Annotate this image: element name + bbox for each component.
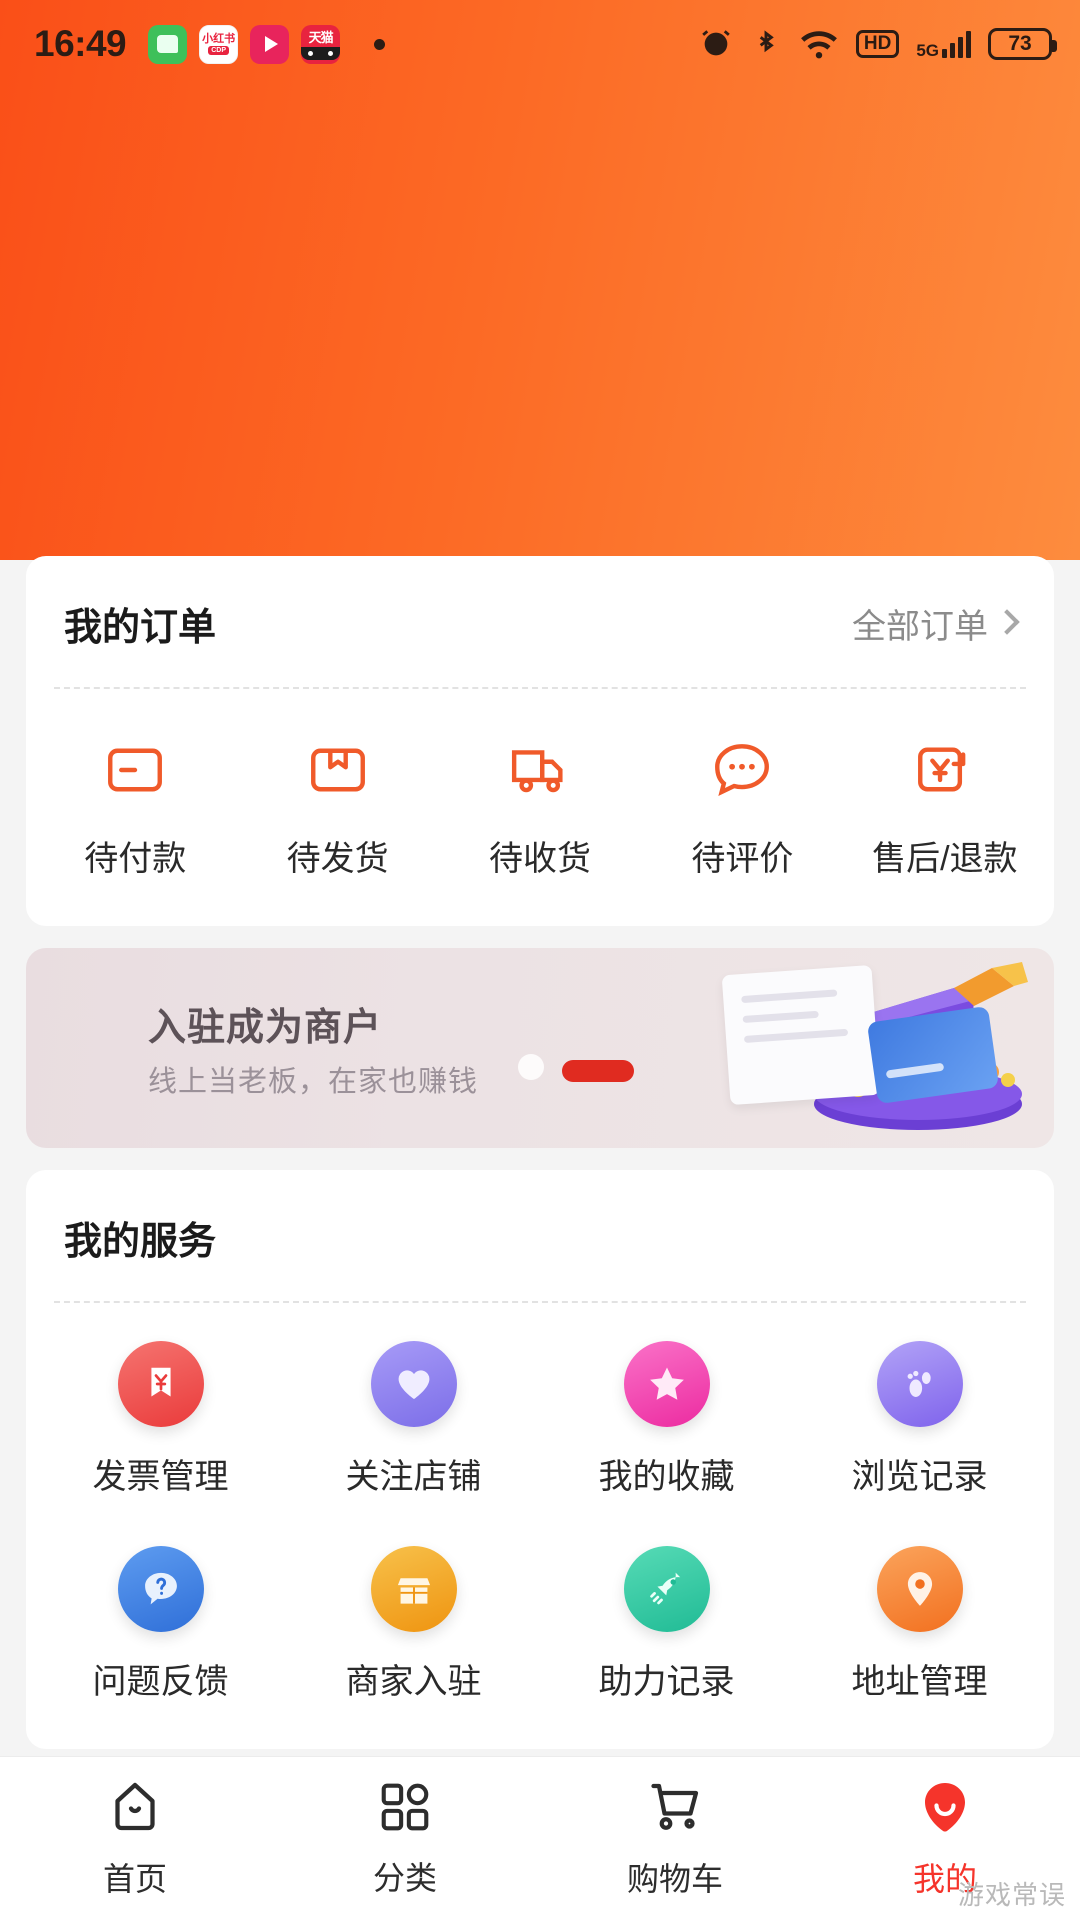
services-title: 我的服务 bbox=[64, 1210, 216, 1265]
service-item-merchant-entry[interactable]: 商家入驻 bbox=[287, 1546, 540, 1703]
shopping-cart-icon bbox=[645, 1777, 705, 1842]
services-row-2: 问题反馈 商家入驻 bbox=[26, 1508, 1054, 1749]
tab-label: 购物车 bbox=[627, 1854, 723, 1900]
tab-category[interactable]: 分类 bbox=[270, 1778, 540, 1899]
order-item-unreviewed[interactable]: 待评价 bbox=[641, 733, 843, 880]
service-item-browse-history[interactable]: 浏览记录 bbox=[793, 1341, 1046, 1498]
order-item-unpaid[interactable]: 待付款 bbox=[34, 733, 236, 880]
comment-dots-icon bbox=[709, 733, 775, 807]
service-item-favorites[interactable]: 我的收藏 bbox=[540, 1341, 793, 1498]
service-item-invoice[interactable]: 发票管理 bbox=[34, 1341, 287, 1498]
wifi-icon bbox=[799, 28, 839, 60]
all-orders-link[interactable]: 全部订单 bbox=[852, 599, 1016, 648]
order-status-row: 待付款 待发货 bbox=[26, 689, 1054, 926]
bottom-tab-bar: 首页 分类 购物车 我的 bbox=[0, 1756, 1080, 1920]
xiaohongshu-app-icon: 小红书CDP bbox=[199, 25, 238, 64]
orders-card-header: 我的订单 全部订单 bbox=[26, 556, 1054, 687]
refund-yuan-icon bbox=[912, 733, 978, 807]
status-app-icons: 小红书CDP 天猫 bbox=[148, 25, 385, 64]
tab-label: 首页 bbox=[103, 1854, 167, 1900]
order-item-unshipped[interactable]: 待发货 bbox=[236, 733, 438, 880]
signal-bars-icon bbox=[942, 31, 971, 58]
more-apps-dot-icon bbox=[374, 39, 385, 50]
heart-icon bbox=[371, 1341, 457, 1427]
chevron-right-icon bbox=[994, 609, 1019, 634]
all-orders-label: 全部订单 bbox=[852, 599, 988, 648]
order-label: 待收货 bbox=[489, 831, 591, 880]
orders-card: 我的订单 全部订单 待付款 bbox=[26, 556, 1054, 926]
wallet-icon bbox=[102, 733, 168, 807]
rocket-icon bbox=[624, 1546, 710, 1632]
order-item-unreceived[interactable]: 待收货 bbox=[439, 733, 641, 880]
service-label: 发票管理 bbox=[93, 1449, 229, 1498]
service-label: 问题反馈 bbox=[93, 1654, 229, 1703]
banner-card-icon bbox=[867, 1006, 999, 1104]
video-app-icon bbox=[250, 25, 289, 64]
order-label: 待评价 bbox=[691, 831, 793, 880]
service-label: 地址管理 bbox=[852, 1654, 988, 1703]
service-label: 我的收藏 bbox=[599, 1449, 735, 1498]
service-label: 关注店铺 bbox=[346, 1449, 482, 1498]
package-box-icon bbox=[305, 733, 371, 807]
service-label: 助力记录 bbox=[599, 1654, 735, 1703]
footprints-icon bbox=[877, 1341, 963, 1427]
storefront-icon bbox=[371, 1546, 457, 1632]
delivery-truck-icon bbox=[507, 733, 573, 807]
alarm-icon bbox=[699, 27, 733, 61]
hd-icon: HD bbox=[856, 30, 899, 58]
merchant-banner[interactable]: 入驻成为商户 线上当老板，在家也赚钱 bbox=[26, 948, 1054, 1148]
map-pin-icon bbox=[877, 1546, 963, 1632]
battery-indicator: 73 bbox=[988, 28, 1052, 60]
tab-cart[interactable]: 购物车 bbox=[540, 1777, 810, 1900]
question-bubble-icon bbox=[118, 1546, 204, 1632]
tmall-app-icon: 天猫 bbox=[301, 25, 340, 64]
main-content: 我的订单 全部订单 待付款 bbox=[0, 556, 1080, 1771]
banner-subtitle: 线上当老板，在家也赚钱 bbox=[148, 1058, 478, 1100]
service-item-address[interactable]: 地址管理 bbox=[793, 1546, 1046, 1703]
banner-decor-dot bbox=[518, 1054, 544, 1080]
5g-signal-icon: 5G bbox=[916, 31, 971, 58]
tab-label: 分类 bbox=[373, 1853, 437, 1899]
status-time: 16:49 bbox=[34, 23, 126, 65]
service-label: 商家入驻 bbox=[346, 1654, 482, 1703]
star-icon bbox=[624, 1341, 710, 1427]
order-label: 待付款 bbox=[84, 831, 186, 880]
service-label: 浏览记录 bbox=[852, 1449, 988, 1498]
services-card-header: 我的服务 bbox=[26, 1170, 1054, 1301]
tab-home[interactable]: 首页 bbox=[0, 1777, 270, 1900]
service-item-followed-shops[interactable]: 关注店铺 bbox=[287, 1341, 540, 1498]
order-item-refund[interactable]: 售后/退款 bbox=[844, 733, 1046, 880]
page-title: 我的订单 bbox=[64, 596, 216, 651]
status-bar: 16:49 小红书CDP 天猫 bbox=[0, 0, 1080, 88]
wechat-app-icon bbox=[148, 25, 187, 64]
watermark-text: 游戏常误 bbox=[958, 1875, 1066, 1912]
banner-decor-bar bbox=[562, 1060, 634, 1082]
status-right-icons: HD 5G 73 bbox=[699, 27, 1052, 61]
user-profile-icon bbox=[915, 1777, 975, 1842]
banner-document-icon bbox=[722, 965, 881, 1105]
service-item-boost-records[interactable]: 助力记录 bbox=[540, 1546, 793, 1703]
banner-title: 入驻成为商户 bbox=[148, 996, 382, 1051]
home-icon bbox=[105, 1777, 165, 1842]
network-type-label: 5G bbox=[916, 43, 939, 58]
service-item-feedback[interactable]: 问题反馈 bbox=[34, 1546, 287, 1703]
order-label: 待发货 bbox=[287, 831, 389, 880]
order-label: 售后/退款 bbox=[872, 831, 1017, 880]
services-card: 我的服务 发票管理 关注店铺 我的收藏 bbox=[26, 1170, 1054, 1749]
bluetooth-icon bbox=[750, 27, 782, 61]
grid-category-icon bbox=[376, 1778, 434, 1841]
services-row-1: 发票管理 关注店铺 我的收藏 bbox=[26, 1303, 1054, 1508]
invoice-ticket-icon bbox=[118, 1341, 204, 1427]
